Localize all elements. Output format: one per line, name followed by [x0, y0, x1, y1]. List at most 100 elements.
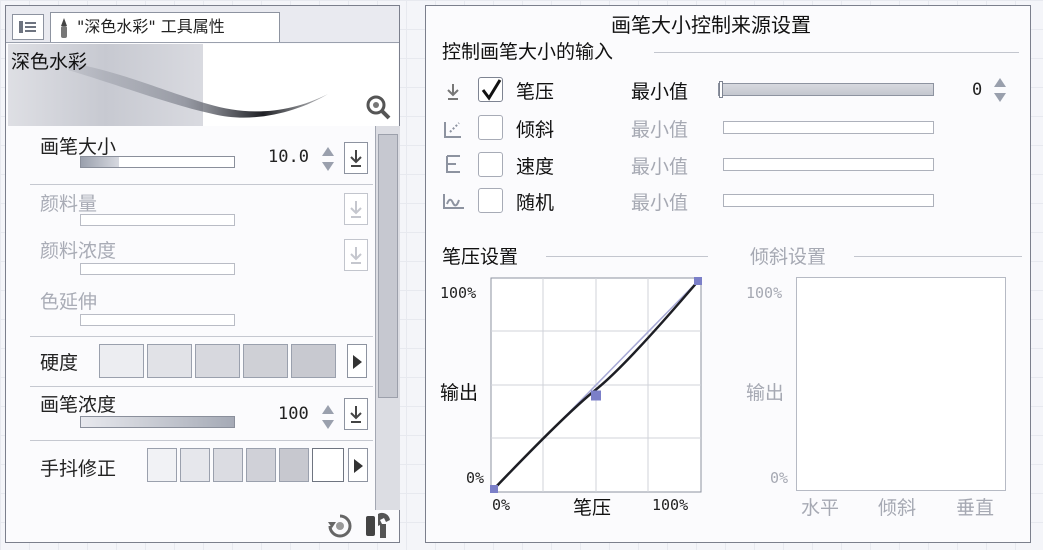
pressure-down-icon: [350, 201, 362, 218]
curve-control-point[interactable]: [694, 277, 702, 285]
scrollbar-thumb[interactable]: [378, 134, 398, 398]
panel-scrollbar[interactable]: [375, 126, 400, 510]
speed-label: 速度: [516, 156, 555, 178]
panel-menu-icon: [19, 21, 36, 33]
tilt-x-tick: 倾斜: [878, 497, 917, 519]
stabilizer-option[interactable]: [246, 448, 276, 482]
brush-density-spinner[interactable]: [319, 403, 337, 431]
hardness-selector[interactable]: [99, 344, 369, 378]
paint-amount-label: 颜料量: [40, 193, 98, 215]
size-control-source-dialog: 画笔大小控制来源设置 控制画笔大小的输入 笔压 最小值 0 倾斜 最小值 速度 …: [425, 5, 1031, 543]
reset-settings-icon[interactable]: [326, 512, 354, 540]
tilt-settings-title: 倾斜设置: [750, 246, 827, 268]
slider-handle[interactable]: [719, 81, 723, 98]
color-stretch-slider[interactable]: [80, 314, 235, 326]
pressure-x-min: 0%: [492, 496, 511, 514]
pressure-min-spinner[interactable]: [991, 76, 1009, 104]
random-min-label: 最小值: [631, 192, 689, 214]
curve-control-point[interactable]: [490, 485, 498, 493]
brush-size-pressure-button[interactable]: [344, 142, 368, 174]
section-rule: [546, 256, 708, 257]
brush-size-label: 画笔大小: [40, 136, 117, 158]
pressure-down-icon: [350, 247, 362, 264]
pressure-curve-graph[interactable]: [490, 277, 702, 493]
pressure-x-label: 笔压: [573, 497, 612, 519]
color-stretch-label: 色延伸: [40, 291, 98, 313]
divider: [30, 184, 373, 185]
paint-density-pressure-button[interactable]: [344, 239, 368, 271]
paint-amount-pressure-button[interactable]: [344, 193, 368, 225]
stabilizer-option-selected[interactable]: [312, 448, 344, 482]
stabilizer-option[interactable]: [279, 448, 309, 482]
tilt-label: 倾斜: [516, 119, 555, 141]
stabilizer-expand-button[interactable]: [348, 448, 368, 482]
wrench-settings-icon[interactable]: [362, 510, 394, 540]
pressure-settings-title: 笔压设置: [442, 246, 519, 268]
stabilizer-option[interactable]: [147, 448, 177, 482]
paint-amount-slider[interactable]: [80, 214, 235, 226]
brush-size-value[interactable]: 10.0: [268, 147, 309, 167]
speed-min-slider[interactable]: [723, 158, 934, 171]
checkmark-icon: [481, 79, 502, 101]
tilt-checkbox[interactable]: [478, 115, 503, 140]
hardness-expand-button[interactable]: [347, 344, 367, 378]
brush-density-label: 画笔浓度: [40, 394, 117, 416]
speed-min-label: 最小值: [631, 156, 689, 178]
random-checkbox[interactable]: [478, 188, 503, 213]
section-rule: [654, 52, 1019, 53]
tilt-y-max: 100%: [746, 284, 783, 302]
input-section-title: 控制画笔大小的输入: [442, 41, 614, 63]
divider: [30, 440, 373, 441]
tilt-y-label: 输出: [746, 382, 785, 404]
magnify-icon[interactable]: [365, 94, 391, 120]
hardness-option[interactable]: [147, 344, 192, 378]
tilt-curve-graph[interactable]: [796, 277, 1006, 491]
pressure-min-label: 最小值: [631, 81, 689, 103]
paint-density-label: 颜料浓度: [40, 240, 117, 262]
hardness-option[interactable]: [195, 344, 240, 378]
brush-tool-icon: [61, 18, 67, 38]
pressure-down-icon: [350, 150, 362, 167]
brush-density-pressure-button[interactable]: [344, 398, 368, 430]
speed-checkbox[interactable]: [478, 152, 503, 177]
hardness-option[interactable]: [99, 344, 144, 378]
paint-density-slider[interactable]: [80, 263, 235, 275]
stabilizer-option[interactable]: [180, 448, 210, 482]
pressure-down-icon: [350, 406, 362, 423]
pressure-min-slider[interactable]: [718, 81, 934, 98]
panel-menu-button[interactable]: [12, 14, 44, 40]
brush-size-fill: [81, 157, 120, 167]
tool-property-panel: "深色水彩" 工具属性 深色水彩 画笔大小 10.0 颜料量 颜料浓度 色延伸 …: [5, 5, 400, 543]
divider: [30, 336, 373, 337]
hardness-option[interactable]: [243, 344, 288, 378]
pressure-y-max: 100%: [440, 284, 477, 302]
brush-density-slider[interactable]: [80, 416, 235, 428]
stabilizer-label: 手抖修正: [40, 458, 117, 480]
pressure-label: 笔压: [516, 81, 555, 103]
brush-size-spinner[interactable]: [319, 145, 337, 173]
pressure-checkbox[interactable]: [478, 77, 503, 102]
hardness-label: 硬度: [40, 352, 79, 374]
hardness-option[interactable]: [291, 344, 336, 378]
tab-title: "深色水彩" 工具属性: [77, 17, 225, 36]
tilt-x-tick: 垂直: [956, 497, 995, 519]
random-label: 随机: [516, 192, 555, 214]
pressure-x-max: 100%: [652, 496, 689, 514]
tab-tool-property[interactable]: "深色水彩" 工具属性: [50, 12, 280, 42]
tilt-min-slider[interactable]: [723, 121, 934, 134]
brush-size-slider[interactable]: [80, 156, 235, 168]
random-min-slider[interactable]: [723, 194, 934, 207]
pressure-min-value[interactable]: 0: [972, 80, 982, 100]
stabilizer-option[interactable]: [213, 448, 243, 482]
stabilizer-selector[interactable]: [147, 448, 369, 482]
section-rule: [854, 256, 1022, 257]
divider: [30, 386, 373, 387]
random-icon: [443, 194, 464, 209]
pressure-y-min: 0%: [466, 469, 485, 487]
tilt-icon: [444, 122, 461, 138]
speed-icon: [446, 155, 460, 173]
brush-density-value[interactable]: 100: [278, 404, 309, 424]
curve-control-point[interactable]: [591, 390, 601, 401]
tilt-y-min: 0%: [770, 469, 789, 487]
dialog-title: 画笔大小控制来源设置: [611, 13, 811, 37]
